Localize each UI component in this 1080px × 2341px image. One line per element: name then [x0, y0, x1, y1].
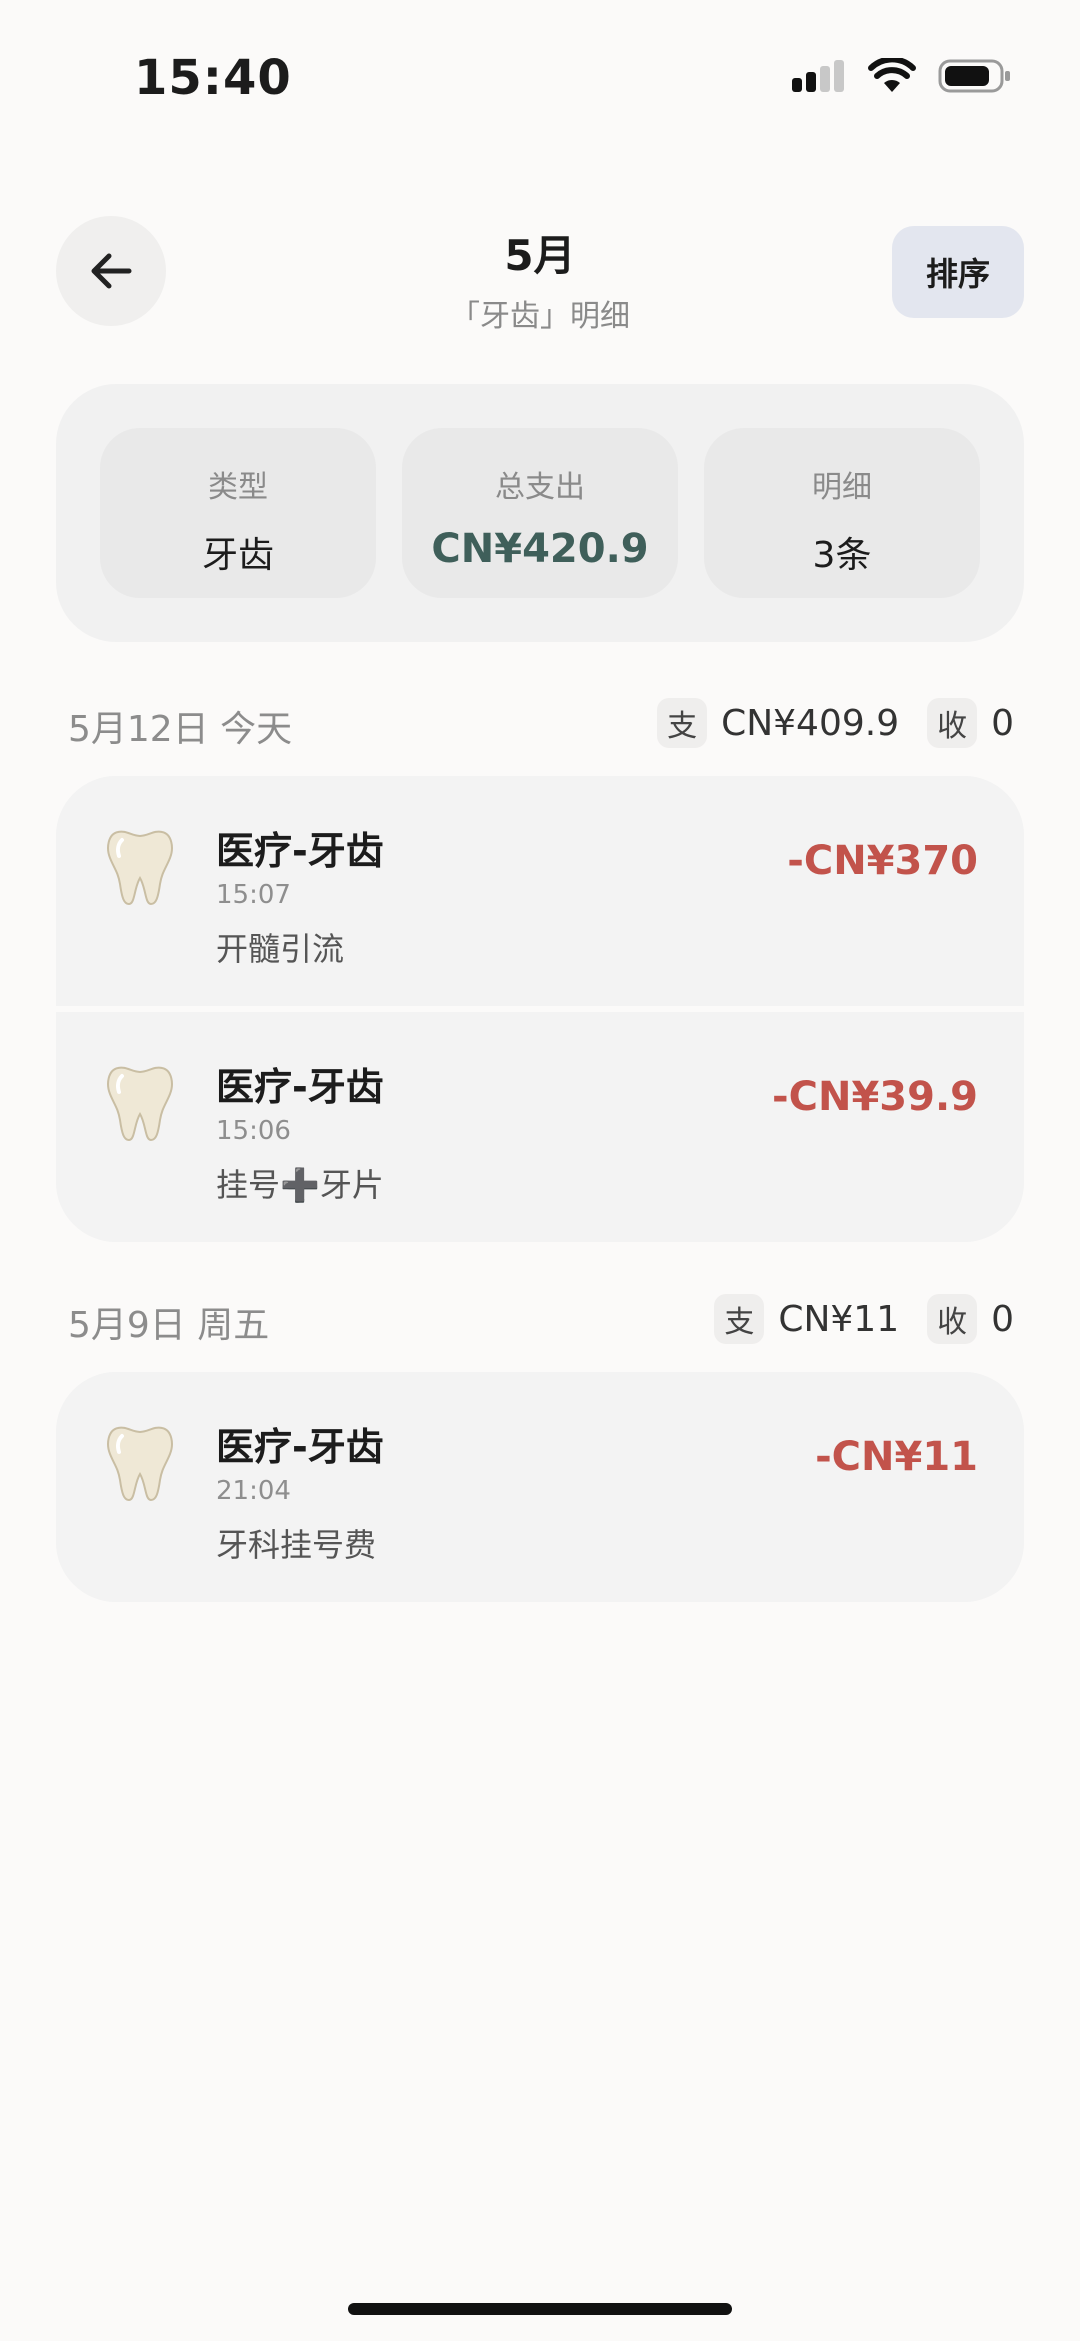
entry-time: 15:07: [216, 880, 291, 910]
group-date-label: 5月12日 今天: [68, 709, 293, 750]
expense-total: CN¥11: [778, 1298, 900, 1340]
income-chip: 收: [927, 1294, 978, 1344]
stat-total: 总支出 CN¥420.9: [402, 428, 678, 598]
sort-button[interactable]: 排序: [892, 226, 1024, 318]
home-indicator[interactable]: [348, 2303, 732, 2315]
entry-time: 21:04: [216, 1476, 291, 1506]
status-time: 15:40: [134, 50, 292, 106]
cellular-signal-icon: [792, 60, 844, 92]
entry-category: 医疗-牙齿: [216, 1425, 384, 1469]
entry-time: 15:06: [216, 1116, 291, 1146]
group-day-totals: 支 CN¥409.9 收 0: [657, 698, 1014, 748]
summary-panel: 类型 牙齿 总支出 CN¥420.9 明细 3条: [56, 384, 1024, 642]
income-total: 0: [991, 1298, 1014, 1340]
wifi-icon: [868, 58, 916, 92]
status-icons: [790, 58, 1012, 94]
transaction-row[interactable]: 医疗-牙齿 21:04 牙科挂号费 -CN¥11: [56, 1372, 1024, 1602]
entry-amount: -CN¥39.9: [772, 1074, 978, 1120]
stat-type: 类型 牙齿: [100, 428, 376, 598]
income-chip: 收: [927, 698, 978, 748]
stat-type-label: 类型: [208, 470, 268, 505]
expense-chip: 支: [657, 698, 708, 748]
expense-total: CN¥409.9: [721, 702, 900, 744]
battery-icon: [938, 59, 1010, 93]
tooth-icon: [107, 830, 173, 906]
entry-note: 牙科挂号费: [216, 1526, 377, 1564]
expense-chip: 支: [714, 1294, 765, 1344]
income-total: 0: [991, 702, 1014, 744]
tooth-icon: [107, 1426, 173, 1502]
entry-amount: -CN¥370: [787, 838, 978, 884]
entry-category: 医疗-牙齿: [216, 1065, 384, 1109]
entry-note: 开髓引流: [216, 930, 345, 968]
stat-total-value: CN¥420.9: [431, 526, 649, 572]
stat-count-label: 明细: [812, 470, 872, 505]
transaction-row[interactable]: 医疗-牙齿 15:06 挂号➕牙片 -CN¥39.9: [56, 1006, 1024, 1242]
entry-category: 医疗-牙齿: [216, 829, 384, 873]
stat-count-value: 3条: [812, 535, 872, 576]
stat-count: 明细 3条: [704, 428, 980, 598]
tooth-icon: [107, 1066, 173, 1142]
group-card: 医疗-牙齿 21:04 牙科挂号费 -CN¥11: [56, 1372, 1024, 1602]
stat-type-value: 牙齿: [201, 535, 274, 576]
entry-amount: -CN¥11: [815, 1434, 978, 1480]
transaction-row[interactable]: 医疗-牙齿 15:07 开髓引流 -CN¥370: [56, 776, 1024, 1006]
entry-note: 挂号➕牙片: [216, 1166, 384, 1204]
group-card: 医疗-牙齿 15:07 开髓引流 -CN¥370 医疗-牙齿 15:06 挂号➕…: [56, 776, 1024, 1242]
group-day-totals: 支 CN¥11 收 0: [714, 1294, 1014, 1344]
stat-total-label: 总支出: [495, 470, 585, 505]
group-date-label: 5月9日 周五: [68, 1305, 270, 1346]
